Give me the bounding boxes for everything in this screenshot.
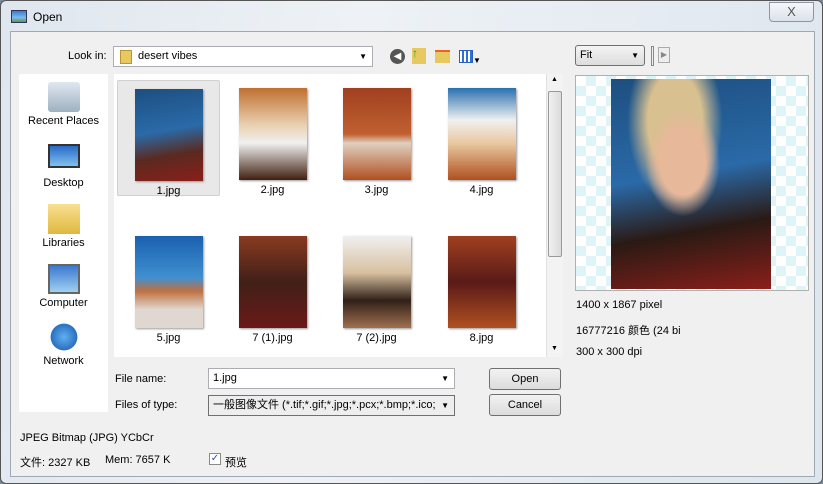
file-item[interactable]: 4.jpg [430, 80, 533, 196]
look-in-value: desert vibes [138, 50, 198, 62]
file-item[interactable]: 3.jpg [325, 80, 428, 196]
file-name-input[interactable]: 1.jpg ▼ [208, 368, 455, 389]
file-item[interactable]: 8.jpg [430, 228, 533, 344]
chevron-down-icon: ▼ [631, 51, 639, 60]
file-name: 7 (2).jpg [356, 332, 397, 344]
file-item[interactable]: 1.jpg [117, 80, 220, 197]
window-title: Open [33, 10, 63, 24]
preview-colors: 16777216 颜色 (24 bi [576, 325, 681, 337]
scroll-thumb[interactable] [548, 91, 562, 257]
open-button[interactable]: Open [489, 368, 561, 390]
thumbnail [238, 236, 307, 328]
chevron-down-icon: ▼ [359, 52, 367, 61]
sidebar-item-label: Network [43, 355, 84, 367]
preview-checkbox-label: 预览 [225, 457, 247, 469]
look-in-combo[interactable]: desert vibes ▼ [113, 46, 373, 67]
file-item[interactable]: 5.jpg [117, 228, 220, 344]
desktop-icon [47, 144, 80, 168]
file-name: 7 (1).jpg [252, 332, 293, 344]
image-preview [575, 75, 809, 291]
preview-dimensions: 1400 x 1867 pixel [576, 299, 663, 311]
zoom-select[interactable]: Fit ▼ [575, 45, 645, 66]
file-name: 1.jpg [156, 185, 181, 197]
libraries-icon [47, 204, 80, 234]
thumbnail [342, 88, 411, 180]
file-type-label: Files of type: [115, 399, 178, 411]
chevron-down-icon: ▼ [439, 396, 449, 415]
preview-checkbox[interactable]: ✓ [209, 453, 221, 465]
sidebar-item-label: Libraries [42, 237, 85, 249]
new-folder-icon[interactable] [435, 50, 450, 63]
splitter[interactable] [651, 46, 654, 66]
up-folder-icon[interactable]: ↑ [412, 47, 426, 64]
thumbnail [238, 88, 307, 180]
file-name: 5.jpg [156, 332, 181, 344]
chevron-down-icon: ▼ [441, 374, 449, 383]
file-type-value: 一般图像文件 (*.tif;*.gif;*.jpg;*.pcx;*.bmp;*.… [213, 399, 436, 411]
thumbnail [447, 88, 516, 180]
network-icon [47, 322, 80, 352]
look-in-label: Look in: [68, 50, 107, 62]
file-name: 2.jpg [260, 184, 285, 196]
thumbnail [134, 89, 203, 181]
folder-icon [120, 50, 132, 64]
sidebar-item-libraries[interactable]: Libraries [19, 204, 108, 249]
file-list: 1.jpg 2.jpg 3.jpg 4.jpg 5.jpg 7 (1).jpg … [114, 74, 546, 357]
thumbnail [447, 236, 516, 328]
scroll-up-icon[interactable]: ▲ [551, 76, 558, 83]
file-list-scrollbar[interactable]: ▲ ▼ [546, 74, 563, 357]
places-bar: Recent Places Desktop Libraries Computer… [19, 74, 108, 412]
open-dialog: Open X Look in: desert vibes ▼ ◀ ↑ ▼ Fit ▼… [0, 0, 823, 484]
recent-places-icon [47, 82, 80, 112]
sidebar-item-network[interactable]: Network [19, 322, 108, 367]
back-icon[interactable]: ◀ [390, 49, 405, 64]
file-size: 文件: 2327 KB [20, 457, 91, 469]
file-name-value: 1.jpg [213, 372, 237, 384]
zoom-value: Fit [580, 49, 593, 61]
sidebar-item-recent-places[interactable]: Recent Places [19, 82, 108, 127]
memory-size: Mem: 7657 KB [105, 454, 171, 466]
computer-icon [47, 264, 80, 294]
file-item[interactable]: 7 (2).jpg [325, 228, 428, 344]
app-icon [11, 10, 27, 23]
sidebar-item-computer[interactable]: Computer [19, 264, 108, 309]
sidebar-item-label: Recent Places [28, 115, 99, 127]
file-name: 8.jpg [469, 332, 494, 344]
file-type-select[interactable]: 一般图像文件 (*.tif;*.gif;*.jpg;*.pcx;*.bmp;*.… [208, 395, 455, 416]
sidebar-item-desktop[interactable]: Desktop [19, 144, 108, 189]
file-name: 3.jpg [364, 184, 389, 196]
file-name-label: File name: [115, 373, 167, 385]
thumbnail [134, 236, 203, 328]
thumbnail [342, 236, 411, 328]
play-icon[interactable]: ▶ [658, 47, 670, 63]
view-menu-icon[interactable]: ▼ [459, 50, 484, 65]
sidebar-item-label: Computer [39, 297, 88, 309]
file-item[interactable]: 7 (1).jpg [221, 228, 324, 344]
preview-dpi: 300 x 300 dpi [576, 346, 643, 358]
preview-image [611, 79, 771, 289]
image-format: JPEG Bitmap (JPG) YCbCr [20, 432, 154, 444]
file-name: 4.jpg [469, 184, 494, 196]
scroll-down-icon[interactable]: ▼ [551, 345, 558, 352]
file-item[interactable]: 2.jpg [221, 80, 324, 196]
close-button[interactable]: X [769, 2, 814, 22]
cancel-button[interactable]: Cancel [489, 394, 561, 416]
sidebar-item-label: Desktop [43, 177, 84, 189]
